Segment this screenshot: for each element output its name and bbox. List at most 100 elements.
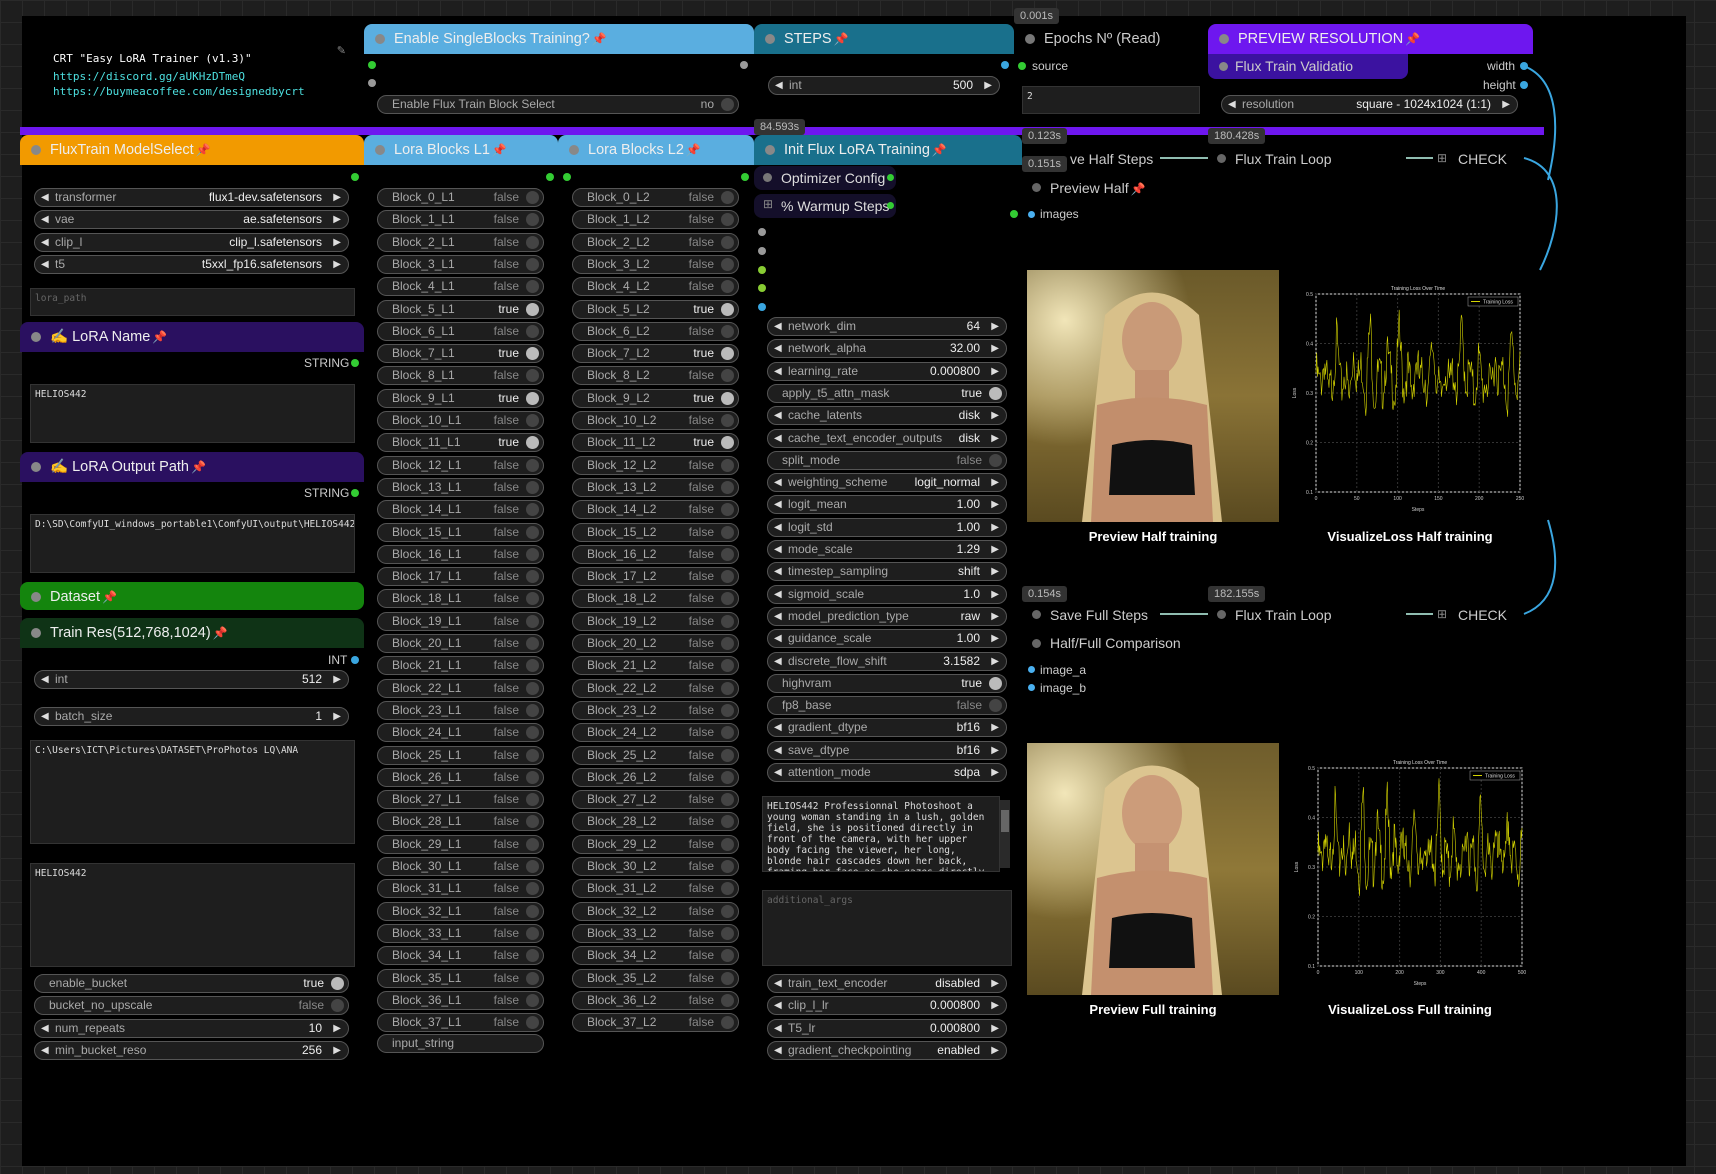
input-slot-dot[interactable] — [1028, 684, 1035, 691]
input-slot-dot[interactable] — [758, 303, 766, 311]
epochs-node-header[interactable]: Epochs Nº (Read) — [1014, 24, 1206, 54]
increment-arrow-icon[interactable]: ▶ — [991, 519, 999, 536]
increment-arrow-icon[interactable]: ▶ — [333, 211, 341, 228]
decrement-arrow-icon[interactable]: ◀ — [41, 1042, 49, 1059]
block-toggle[interactable]: Block_6_L2 false — [572, 321, 739, 341]
output-slot-dot[interactable] — [351, 173, 359, 181]
block-toggle[interactable]: Block_3_L2 false — [572, 254, 739, 274]
increment-arrow-icon[interactable]: ▶ — [991, 742, 999, 759]
bucket-no-upscale-toggle[interactable]: bucket_no_upscale false — [34, 996, 349, 1015]
toggle-knob[interactable] — [526, 592, 539, 606]
decrement-arrow-icon[interactable]: ◀ — [41, 708, 49, 725]
param-field[interactable]: ◀ T5_lr 0.000800 ▶ — [767, 1018, 1007, 1038]
toggle-knob[interactable] — [526, 391, 539, 405]
coffee-link[interactable]: https://buymeacoffee.com/designedbycrt — [53, 85, 305, 98]
block-toggle[interactable]: Block_33_L2 false — [572, 923, 739, 943]
param-field[interactable]: ◀ learning_rate 0.000800 ▶ — [767, 361, 1007, 381]
decrement-arrow-icon[interactable]: ◀ — [774, 563, 782, 580]
block-toggle[interactable]: Block_22_L1 false — [377, 678, 544, 698]
toggle-knob[interactable] — [526, 347, 539, 361]
input-slot-dot[interactable] — [1018, 62, 1026, 70]
flux-train-loop-full[interactable]: Flux Train Loop — [1208, 602, 1423, 626]
param-field[interactable]: ◀ cache_text_encoder_outputs disk ▶ — [767, 428, 1007, 448]
model-select-2[interactable]: ◀ clip_l clip_l.safetensors ▶ — [34, 232, 349, 252]
toggle-knob[interactable] — [526, 302, 539, 316]
block-toggle[interactable]: Block_12_L2 false — [572, 455, 739, 475]
toggle-knob[interactable] — [526, 993, 539, 1007]
toggle-knob[interactable] — [721, 926, 734, 940]
toggle-knob[interactable] — [526, 770, 539, 784]
block-toggle[interactable]: Block_26_L2 false — [572, 767, 739, 787]
block-toggle[interactable]: Block_9_L2 true — [572, 388, 739, 408]
toggle-knob[interactable] — [721, 1016, 734, 1030]
dataset-path-textarea[interactable]: C:\Users\ICT\Pictures\DATASET\ProPhotos … — [30, 740, 355, 844]
toggle-knob[interactable] — [526, 837, 539, 851]
toggle-knob[interactable] — [721, 993, 734, 1007]
increment-arrow-icon[interactable]: ▶ — [333, 1020, 341, 1037]
toggle-knob[interactable] — [721, 369, 734, 383]
toggle-knob[interactable] — [721, 257, 734, 271]
block-toggle[interactable]: Block_28_L1 false — [377, 812, 544, 832]
block-toggle[interactable]: Block_2_L2 false — [572, 232, 739, 252]
block-toggle[interactable]: Block_29_L1 false — [377, 834, 544, 854]
batch-size-field[interactable]: ◀ batch_size 1 ▶ — [34, 707, 349, 726]
block-toggle[interactable]: Block_15_L2 false — [572, 522, 739, 542]
toggle-knob[interactable] — [721, 324, 734, 338]
decrement-arrow-icon[interactable]: ◀ — [774, 340, 782, 357]
check-full-node[interactable]: ⊞ CHECK — [1433, 602, 1533, 626]
decrement-arrow-icon[interactable]: ◀ — [774, 474, 782, 491]
toggle-knob[interactable] — [989, 676, 1002, 690]
increment-arrow-icon[interactable]: ▶ — [991, 1020, 999, 1037]
toggle-knob[interactable] — [721, 302, 734, 316]
block-toggle[interactable]: Block_37_L2 false — [572, 1013, 739, 1033]
increment-arrow-icon[interactable]: ▶ — [991, 764, 999, 781]
param-field[interactable]: ◀ train_text_encoder disabled ▶ — [767, 974, 1007, 993]
increment-arrow-icon[interactable]: ▶ — [991, 318, 999, 335]
save-half-steps-node[interactable]: ve Half Steps — [1022, 146, 1162, 170]
collapse-dot-icon[interactable] — [31, 332, 41, 342]
block-toggle[interactable]: Block_30_L2 false — [572, 857, 739, 876]
optimizer-config-node[interactable]: Optimizer Config — [754, 166, 896, 190]
increment-arrow-icon[interactable]: ▶ — [991, 541, 999, 558]
block-toggle[interactable]: Block_37_L1 false — [377, 1013, 544, 1033]
block-toggle[interactable]: Block_3_L1 false — [377, 254, 544, 274]
block-toggle[interactable]: Block_14_L2 false — [572, 500, 739, 520]
trigger-word-textarea[interactable]: HELIOS442 — [30, 863, 355, 967]
increment-arrow-icon[interactable]: ▶ — [991, 586, 999, 603]
toggle-knob[interactable] — [526, 860, 539, 873]
toggle-knob[interactable] — [526, 904, 539, 918]
toggle-knob[interactable] — [526, 191, 539, 204]
block-toggle[interactable]: Block_7_L1 true — [377, 344, 544, 364]
param-field[interactable]: ◀ timestep_sampling shift ▶ — [767, 562, 1007, 582]
decrement-arrow-icon[interactable]: ◀ — [774, 407, 782, 424]
output-slot-dot[interactable] — [887, 202, 894, 209]
decrement-arrow-icon[interactable]: ◀ — [774, 430, 782, 447]
increment-arrow-icon[interactable]: ▶ — [991, 653, 999, 670]
increment-arrow-icon[interactable]: ▶ — [333, 234, 341, 251]
block-toggle[interactable]: Block_20_L1 false — [377, 634, 544, 653]
collapse-dot-icon[interactable] — [375, 34, 385, 44]
param-field[interactable]: ◀ logit_std 1.00 ▶ — [767, 517, 1007, 537]
block-toggle[interactable]: Block_18_L2 false — [572, 589, 739, 609]
toggle-knob[interactable] — [721, 414, 734, 427]
dataset-node-header[interactable]: Dataset 📌 — [20, 582, 364, 610]
param-field[interactable]: ◀ clip_l_lr 0.000800 ▶ — [767, 996, 1007, 1016]
toggle-knob[interactable] — [989, 386, 1002, 400]
block-toggle[interactable]: Block_15_L1 false — [377, 522, 544, 542]
decrement-arrow-icon[interactable]: ◀ — [774, 975, 782, 992]
input-slot-dot[interactable] — [758, 284, 766, 292]
block-toggle[interactable]: Block_1_L2 false — [572, 210, 739, 230]
decrement-arrow-icon[interactable]: ◀ — [774, 630, 782, 647]
block-toggle[interactable]: Block_16_L1 false — [377, 544, 544, 564]
block-toggle[interactable]: Block_35_L1 false — [377, 968, 544, 988]
lora-name-textarea[interactable]: HELIOS442 — [30, 384, 355, 443]
block-toggle[interactable]: Block_22_L2 false — [572, 678, 739, 698]
collapse-dot-icon[interactable] — [31, 462, 41, 472]
toggle-knob[interactable] — [989, 453, 1002, 467]
save-full-steps-node[interactable]: Save Full Steps — [1022, 602, 1162, 626]
increment-arrow-icon[interactable]: ▶ — [991, 630, 999, 647]
increment-arrow-icon[interactable]: ▶ — [333, 256, 341, 273]
toggle-knob[interactable] — [721, 547, 734, 561]
decrement-arrow-icon[interactable]: ◀ — [1228, 96, 1236, 113]
toggle-knob[interactable] — [526, 614, 539, 628]
